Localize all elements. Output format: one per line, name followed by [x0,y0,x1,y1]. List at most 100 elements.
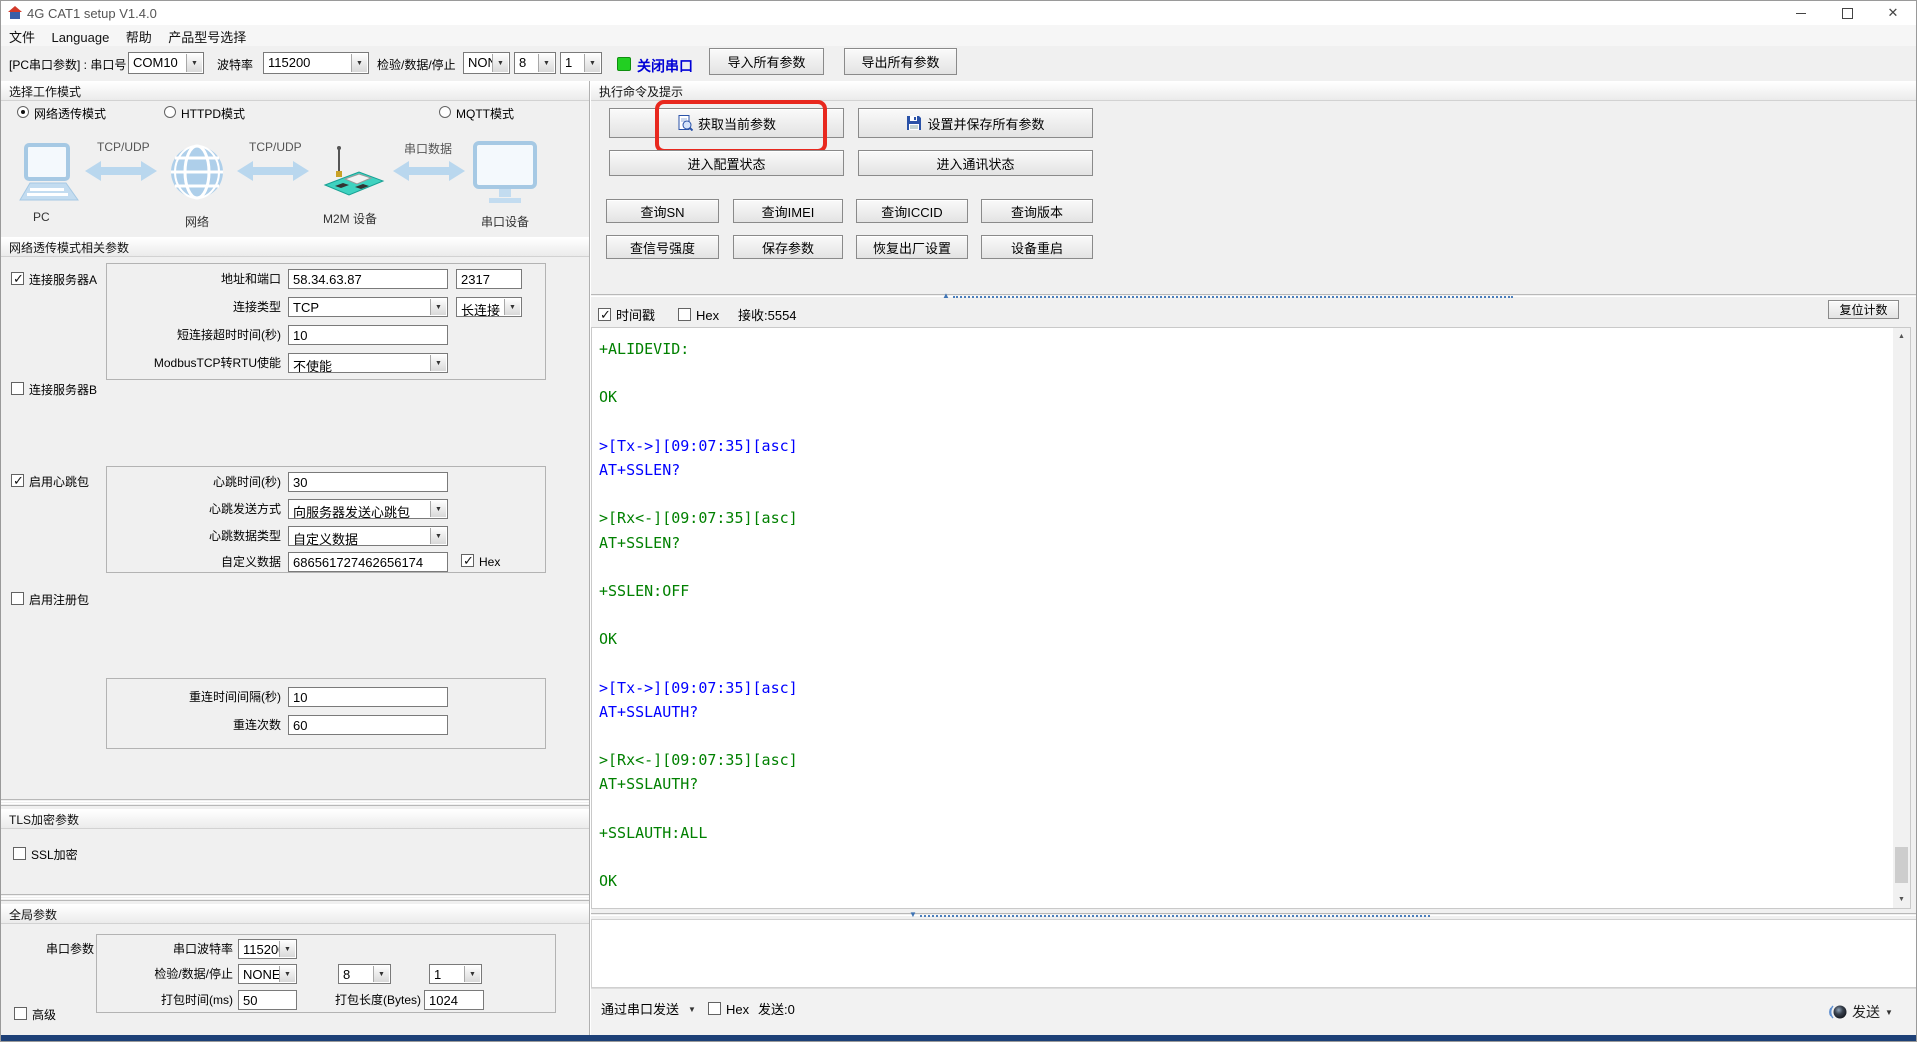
com-port-select[interactable]: COM10 ▼ [128,52,204,74]
set-save-params-label: 设置并保存所有参数 [927,114,1044,133]
reconnect-interval-input[interactable]: 10 [288,687,448,707]
stopbits-select[interactable]: 1 ▼ [560,52,602,74]
radio-httpd-label: HTTPD模式 [181,107,245,121]
export-params-button[interactable]: 导出所有参数 [844,48,957,75]
scroll-up-icon[interactable]: ▲ [1893,328,1910,345]
factory-reset-button[interactable]: 恢复出厂设置 [856,235,968,259]
set-save-params-button[interactable]: 设置并保存所有参数 [858,108,1093,138]
radio-mqtt[interactable] [439,106,451,118]
hb-data-label: 自定义数据 [151,552,281,572]
hb-time-input[interactable]: 30 [288,472,448,492]
baud-label: 波特率 [217,58,253,72]
hb-type-select[interactable]: 自定义数据 ▼ [288,526,448,546]
baud-select[interactable]: 115200 ▼ [263,52,369,74]
terminal-line: AT+SSLAUTH? [599,703,1910,727]
terminal-line [599,413,1910,437]
splitter-collapse-icon[interactable]: ▼ [909,911,917,919]
hb-data-input[interactable]: 686561727462656174 [288,552,448,572]
packtime-input[interactable]: 50 [238,990,297,1010]
minimize-icon [1796,13,1806,14]
send-button[interactable]: 发送 ▼ [1829,1001,1913,1023]
menu-language[interactable]: Language [45,28,115,47]
query-imei-button[interactable]: 查询IMEI [733,199,843,223]
send-input[interactable] [591,919,1917,988]
get-params-button[interactable]: 获取当前参数 [609,108,844,138]
maximize-button[interactable] [1824,1,1870,25]
menu-product-model[interactable]: 产品型号选择 [162,25,252,48]
server-a-port-input[interactable]: 2317 [456,269,522,289]
g-databits-value: 8 [343,967,373,982]
g-pds-label: 检验/数据/停止 [133,964,233,984]
advanced-checkbox[interactable] [14,1007,27,1020]
server-b-checkbox[interactable] [11,382,24,395]
device-restart-button[interactable]: 设备重启 [981,235,1093,259]
addr-port-label: 地址和端口 [151,269,281,289]
radio-net-transparent[interactable] [17,106,29,118]
g-baud-select[interactable]: 115200 ▼ [238,939,297,959]
g-baud-value: 115200 [243,942,279,957]
query-sn-button[interactable]: 查询SN [606,199,719,223]
app-window: 4G CAT1 setup V1.4.0 ✕ 文件 Language 帮助 产品… [0,0,1917,1042]
query-iccid-button[interactable]: 查询ICCID [856,199,968,223]
splitter-dots[interactable] [953,296,1513,298]
scrollbar-thumb[interactable] [1895,847,1908,883]
terminal-line: OK [599,388,1910,412]
g-parity-select[interactable]: NONE ▼ [238,964,297,984]
menu-help[interactable]: 帮助 [120,25,158,48]
chevron-down-icon[interactable]: ▼ [688,1005,696,1014]
close-serial-button[interactable]: 关闭串口 [637,56,693,76]
heartbeat-checkbox[interactable] [11,474,24,487]
import-params-button[interactable]: 导入所有参数 [709,48,824,75]
bottom-bar [1,1035,1917,1042]
databits-value: 8 [519,55,538,70]
timestamp-checkbox[interactable] [598,308,611,321]
query-signal-button[interactable]: 查信号强度 [606,235,719,259]
hb-mode-select[interactable]: 向服务器发送心跳包 ▼ [288,499,448,519]
hb-hex-checkbox[interactable] [461,554,474,567]
pc-label: PC [33,210,50,224]
server-a-label: 连接服务器A [29,273,97,287]
send-hex-checkbox[interactable] [708,1002,721,1015]
enter-config-button[interactable]: 进入配置状态 [609,150,844,176]
serial-device-label: 串口设备 [481,213,529,230]
server-a-checkbox[interactable] [11,272,24,285]
save-params-button[interactable]: 保存参数 [733,235,843,259]
g-stopbits-select[interactable]: 1 ▼ [429,964,482,984]
parity-select[interactable]: NONI ▼ [463,52,510,74]
ssl-label: SSL加密 [31,848,78,862]
reconnect-count-input[interactable]: 60 [288,715,448,735]
terminal-line [599,727,1910,751]
short-timeout-input[interactable]: 10 [288,325,448,345]
enter-comm-button[interactable]: 进入通讯状态 [858,150,1093,176]
conn-type-select[interactable]: TCP ▼ [288,297,448,317]
minimize-button[interactable] [1778,1,1824,25]
modbus-value: 不使能 [293,356,430,373]
g-databits-select[interactable]: 8 ▼ [338,964,391,984]
modbus-select[interactable]: 不使能 ▼ [288,353,448,373]
terminal-line: >[Tx->][09:07:35][asc] [599,679,1910,703]
scroll-down-icon[interactable]: ▼ [1893,891,1910,908]
terminal-output[interactable]: +ALIDEVID:OK>[Tx->][09:07:35][asc]AT+SSL… [591,327,1911,909]
splitter-collapse-icon[interactable]: ▲ [942,292,950,300]
parity-value: NONI [468,55,492,70]
terminal-scrollbar[interactable]: ▲ ▼ [1893,328,1910,908]
reset-counter-button[interactable]: 复位计数 [1828,300,1899,319]
packlen-input[interactable]: 1024 [424,990,484,1010]
reconnect-interval-label: 重连时间间隔(秒) [151,687,281,707]
terminal-line: +SSLAUTH:ALL [599,824,1910,848]
ssl-checkbox[interactable] [13,847,26,860]
server-a-address-input[interactable]: 58.34.63.87 [288,269,448,289]
splitter-dots[interactable] [920,915,1430,917]
chevron-down-icon: ▼ [279,941,295,957]
menu-file[interactable]: 文件 [3,25,41,48]
m2m-label: M2M 设备 [323,210,377,227]
close-button[interactable]: ✕ [1870,1,1916,25]
query-version-button[interactable]: 查询版本 [981,199,1093,223]
databits-select[interactable]: 8 ▼ [514,52,556,74]
send-via-dropdown[interactable]: 通过串口发送 [601,1003,679,1017]
keepalive-select[interactable]: 长连接 ▼ [456,297,522,317]
radio-httpd[interactable] [164,106,176,118]
chevron-down-icon: ▼ [351,54,367,72]
recv-hex-checkbox[interactable] [678,308,691,321]
register-checkbox[interactable] [11,592,24,605]
